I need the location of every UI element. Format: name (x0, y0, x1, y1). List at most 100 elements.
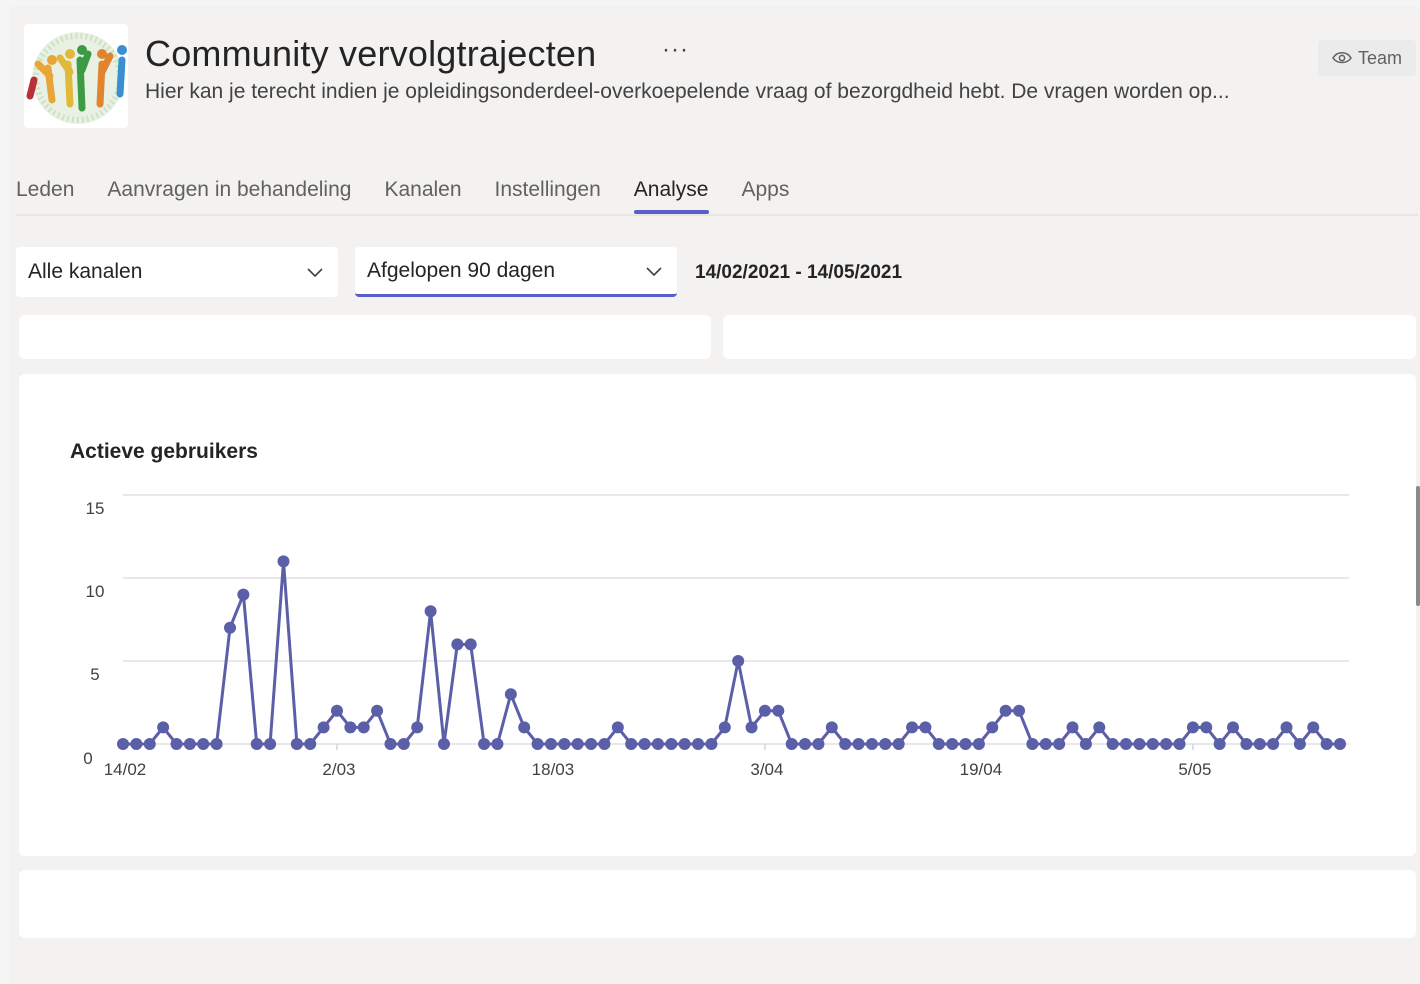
data-point[interactable] (1173, 738, 1186, 750)
data-point[interactable] (665, 738, 678, 750)
data-point[interactable] (237, 588, 250, 601)
data-point[interactable] (317, 721, 330, 734)
data-point[interactable] (277, 555, 290, 568)
data-point[interactable] (344, 721, 357, 734)
data-point[interactable] (1093, 721, 1106, 734)
data-point[interactable] (451, 638, 464, 651)
data-point[interactable] (210, 738, 223, 750)
data-point[interactable] (919, 721, 932, 734)
data-point[interactable] (625, 738, 638, 750)
data-point[interactable] (1039, 738, 1052, 750)
data-point[interactable] (478, 738, 491, 750)
data-point[interactable] (1253, 738, 1266, 750)
data-point[interactable] (1320, 738, 1333, 750)
data-point[interactable] (865, 738, 878, 750)
data-point[interactable] (491, 738, 504, 750)
team-visibility-button[interactable]: Team (1318, 40, 1416, 76)
data-point[interactable] (678, 738, 691, 750)
data-point[interactable] (1280, 721, 1293, 734)
data-point[interactable] (117, 738, 129, 750)
scrollbar[interactable] (1416, 486, 1420, 606)
data-point[interactable] (197, 738, 210, 750)
data-point[interactable] (892, 738, 905, 750)
data-point[interactable] (1120, 738, 1133, 750)
data-point[interactable] (464, 638, 477, 651)
data-point[interactable] (290, 738, 303, 750)
data-point[interactable] (852, 738, 865, 750)
data-point[interactable] (812, 738, 825, 750)
more-options-button[interactable]: ··· (662, 36, 689, 64)
data-point[interactable] (879, 738, 892, 750)
tab-instellingen[interactable]: Instellingen (495, 168, 601, 212)
data-point[interactable] (437, 738, 450, 750)
data-point[interactable] (170, 738, 183, 750)
data-point[interactable] (411, 721, 424, 734)
data-point[interactable] (223, 621, 236, 634)
data-point[interactable] (143, 738, 156, 750)
data-point[interactable] (571, 738, 584, 750)
data-point[interactable] (932, 738, 945, 750)
data-point[interactable] (157, 721, 170, 734)
data-point[interactable] (504, 688, 517, 701)
data-point[interactable] (906, 721, 919, 734)
data-point[interactable] (384, 738, 397, 750)
data-point[interactable] (1267, 738, 1280, 750)
data-point[interactable] (1334, 738, 1346, 750)
data-point[interactable] (544, 738, 557, 750)
data-point[interactable] (745, 721, 758, 734)
data-point[interactable] (1240, 738, 1253, 750)
data-point[interactable] (946, 738, 959, 750)
data-point[interactable] (705, 738, 718, 750)
data-point[interactable] (758, 704, 771, 717)
data-point[interactable] (264, 738, 277, 750)
data-point[interactable] (397, 738, 410, 750)
tab-apps[interactable]: Apps (742, 168, 790, 212)
data-point[interactable] (598, 738, 611, 750)
data-point[interactable] (718, 721, 731, 734)
data-point[interactable] (585, 738, 598, 750)
data-point[interactable] (1053, 738, 1066, 750)
tab-analyse[interactable]: Analyse (633, 168, 709, 214)
data-point[interactable] (972, 738, 985, 750)
data-point[interactable] (986, 721, 999, 734)
data-point[interactable] (651, 738, 664, 750)
data-point[interactable] (732, 655, 745, 667)
data-point[interactable] (1227, 721, 1240, 734)
data-point[interactable] (959, 738, 972, 750)
data-point[interactable] (692, 738, 705, 750)
data-point[interactable] (1013, 704, 1026, 717)
data-point[interactable] (1307, 721, 1320, 734)
data-point[interactable] (1186, 721, 1199, 734)
data-point[interactable] (330, 704, 343, 717)
data-point[interactable] (1293, 738, 1306, 750)
data-point[interactable] (531, 738, 544, 750)
data-point[interactable] (558, 738, 571, 750)
data-point[interactable] (772, 704, 785, 717)
data-point[interactable] (1066, 721, 1079, 734)
data-point[interactable] (638, 738, 651, 750)
data-point[interactable] (839, 738, 852, 750)
data-point[interactable] (825, 721, 838, 734)
data-point[interactable] (1200, 721, 1213, 734)
data-point[interactable] (799, 738, 812, 750)
data-point[interactable] (999, 704, 1012, 717)
data-point[interactable] (304, 738, 317, 750)
data-point[interactable] (357, 721, 370, 734)
data-point[interactable] (250, 738, 263, 750)
data-point[interactable] (1106, 738, 1119, 750)
data-point[interactable] (424, 605, 437, 618)
data-point[interactable] (130, 738, 143, 750)
data-point[interactable] (1160, 738, 1173, 750)
data-point[interactable] (785, 738, 798, 750)
data-point[interactable] (1026, 738, 1039, 750)
data-point[interactable] (1146, 738, 1159, 750)
data-point[interactable] (1133, 738, 1146, 750)
tab-leden[interactable]: Leden (16, 168, 74, 212)
data-point[interactable] (611, 721, 624, 734)
data-point[interactable] (183, 738, 196, 750)
data-point[interactable] (371, 704, 384, 717)
data-point[interactable] (1213, 738, 1226, 750)
channel-dropdown[interactable]: Alle kanalen (16, 247, 338, 297)
tab-kanalen[interactable]: Kanalen (384, 168, 461, 212)
data-point[interactable] (1079, 738, 1092, 750)
